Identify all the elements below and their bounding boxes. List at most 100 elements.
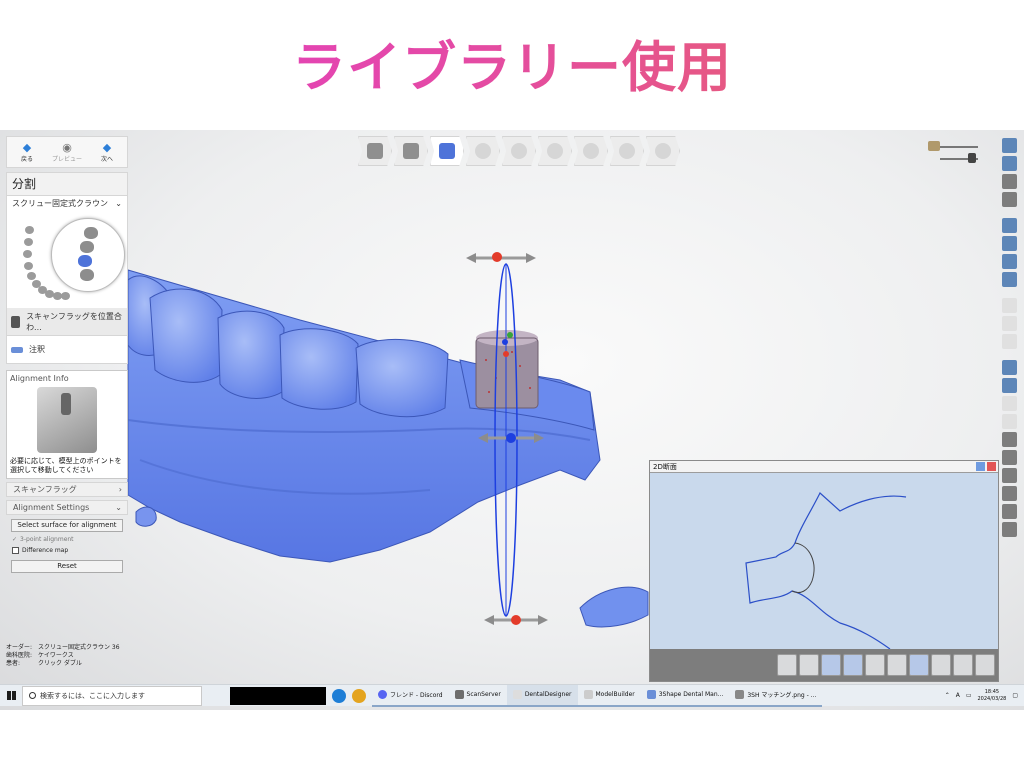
section-tool-icon[interactable] xyxy=(821,654,841,676)
sphere-icon[interactable] xyxy=(1001,450,1017,465)
section-tool-icon[interactable] xyxy=(865,654,885,676)
preview-button[interactable]: ◉ プレビュー xyxy=(47,137,87,167)
back-button[interactable]: ◆ 戻る xyxy=(7,137,47,167)
network-icon[interactable]: ▭ xyxy=(966,692,972,699)
windows-logo-icon xyxy=(6,691,16,700)
three-point-alignment-row[interactable]: ✓ 3-point alignment xyxy=(12,536,128,543)
manipulator-handle-bottom xyxy=(511,615,521,625)
right-toolbar xyxy=(1000,138,1018,588)
patient-value: クリック ダブル xyxy=(38,660,82,667)
section-tool-icon[interactable] xyxy=(909,654,929,676)
select-surface-button[interactable]: Select surface for alignment xyxy=(11,519,123,532)
warning-icon[interactable] xyxy=(1001,414,1017,429)
transparency-slider[interactable] xyxy=(928,140,978,164)
difference-map-checkbox[interactable] xyxy=(12,547,19,554)
model-visibility-icon[interactable] xyxy=(928,141,940,151)
section-tool-icon[interactable] xyxy=(887,654,907,676)
back-label: 戻る xyxy=(20,155,33,163)
pencil-icon xyxy=(367,143,383,159)
model-icon[interactable] xyxy=(1001,378,1017,393)
navigation-bar: ◆ 戻る ◉ プレビュー ◆ 次へ xyxy=(6,136,128,168)
model-fragment xyxy=(135,506,157,527)
alignment-info-box: Alignment Info 必要に応じて、模型上のポイントを選択して移動してく… xyxy=(6,370,128,479)
taskbar-app-image-viewer[interactable]: 3SH マッチング.png - ... xyxy=(729,685,823,707)
workflow-step-save[interactable] xyxy=(646,136,680,166)
zoom-icon[interactable] xyxy=(1001,316,1017,331)
workflow-step-contacts[interactable] xyxy=(574,136,608,166)
workflow-step-crown[interactable] xyxy=(502,136,536,166)
slider-thumb[interactable] xyxy=(968,153,976,163)
order-key: オーダー: xyxy=(6,644,33,651)
next-button[interactable]: ◆ 次へ xyxy=(87,137,127,167)
ime-indicator[interactable]: A xyxy=(956,692,960,699)
taskbar-app-scanserver[interactable]: ScanServer xyxy=(448,685,507,707)
annotation-item[interactable]: 注釈 xyxy=(6,336,128,364)
section-tool-icon[interactable] xyxy=(843,654,863,676)
workflow-step-finish[interactable] xyxy=(610,136,644,166)
tool-icon[interactable] xyxy=(1001,298,1017,313)
eye-icon: ◉ xyxy=(62,140,72,154)
workflow-toolbar xyxy=(358,136,680,166)
workflow-step-scan[interactable] xyxy=(394,136,428,166)
taskbar-app-modelbuilder[interactable]: ModelBuilder xyxy=(577,685,641,707)
lab-value: ケイワークス xyxy=(38,652,74,659)
workflow-step-abutment[interactable] xyxy=(466,136,500,166)
section-canvas[interactable] xyxy=(650,473,998,649)
tool-icon[interactable] xyxy=(1001,396,1017,411)
clip-icon[interactable] xyxy=(1001,504,1017,519)
sphere-icon[interactable] xyxy=(1001,432,1017,447)
view-icon[interactable] xyxy=(1001,174,1017,189)
section-tool-icon[interactable] xyxy=(777,654,797,676)
alignment-settings-row[interactable]: Alignment Settings ⌄ xyxy=(6,500,128,515)
difference-map-row[interactable]: Difference map xyxy=(12,547,128,554)
help-icon[interactable] xyxy=(976,462,985,471)
chrome-icon[interactable] xyxy=(352,688,366,703)
workflow-step-align[interactable] xyxy=(430,136,464,166)
taskbar-app-discord[interactable]: フレンド - Discord xyxy=(372,685,449,707)
workflow-step-sculpt[interactable] xyxy=(538,136,572,166)
chart-tooth xyxy=(23,250,32,258)
tooth-chart[interactable] xyxy=(6,212,128,308)
workflow-step-prepare[interactable] xyxy=(358,136,392,166)
taskbar-app-dentaldesigner[interactable]: DentalDesigner xyxy=(506,684,578,707)
camera-icon[interactable] xyxy=(1001,522,1017,537)
chevron-up-icon[interactable]: ⌃ xyxy=(945,692,950,699)
notification-icon[interactable]: ▢ xyxy=(1012,692,1018,699)
chart-tooth xyxy=(61,292,70,300)
dentaldesigner-icon xyxy=(512,690,522,699)
scan-flag-label: スキャンフラッグ xyxy=(13,485,77,494)
magnifier-icon[interactable] xyxy=(953,654,973,676)
layer-icon[interactable] xyxy=(1001,218,1017,233)
model-icon[interactable] xyxy=(1001,360,1017,375)
taskbar-app-dentalmanager[interactable]: 3Shape Dental Man... xyxy=(640,685,730,707)
tool-icon[interactable] xyxy=(1001,334,1017,349)
dentalmanager-icon xyxy=(646,690,656,699)
graduation-cap-icon[interactable] xyxy=(1001,192,1017,207)
start-button[interactable] xyxy=(0,685,22,707)
section-view-title: 2D断面 xyxy=(653,463,677,471)
section-tool-icon[interactable] xyxy=(975,654,995,676)
fullscreen-icon[interactable] xyxy=(1001,156,1017,171)
taskbar-search[interactable]: 検索するには、ここに入力します xyxy=(22,685,202,706)
taskbar-clock[interactable]: 18:45 2024/03/28 xyxy=(978,689,1007,703)
remove-tool-icon[interactable] xyxy=(931,654,951,676)
edge-icon[interactable] xyxy=(332,688,346,703)
section-tool-icon[interactable] xyxy=(799,654,819,676)
align-scanflag-item[interactable]: スキャンフラッグを位置合わ... xyxy=(6,308,128,336)
scan-flag-row[interactable]: スキャンフラッグ › xyxy=(6,482,128,497)
tooth-magnifier xyxy=(51,218,125,292)
layer-icon[interactable] xyxy=(1001,236,1017,251)
section-view-titlebar[interactable]: 2D断面 xyxy=(650,461,998,473)
measure-icon[interactable] xyxy=(1001,486,1017,501)
tooth-tool-icon[interactable] xyxy=(1001,468,1017,483)
close-icon[interactable] xyxy=(987,462,996,471)
chart-tooth xyxy=(80,241,94,253)
layer-icon[interactable] xyxy=(1001,254,1017,269)
three-point-alignment-label: 3-point alignment xyxy=(20,536,74,543)
layer-icon[interactable] xyxy=(1001,272,1017,287)
section-view-window[interactable]: 2D断面 xyxy=(649,460,999,682)
close-view-icon[interactable] xyxy=(1001,138,1017,153)
tooth xyxy=(149,288,223,383)
reset-button[interactable]: Reset xyxy=(11,560,123,573)
restoration-select[interactable]: スクリュー固定式クラウン 36 ⌄ xyxy=(6,196,128,224)
